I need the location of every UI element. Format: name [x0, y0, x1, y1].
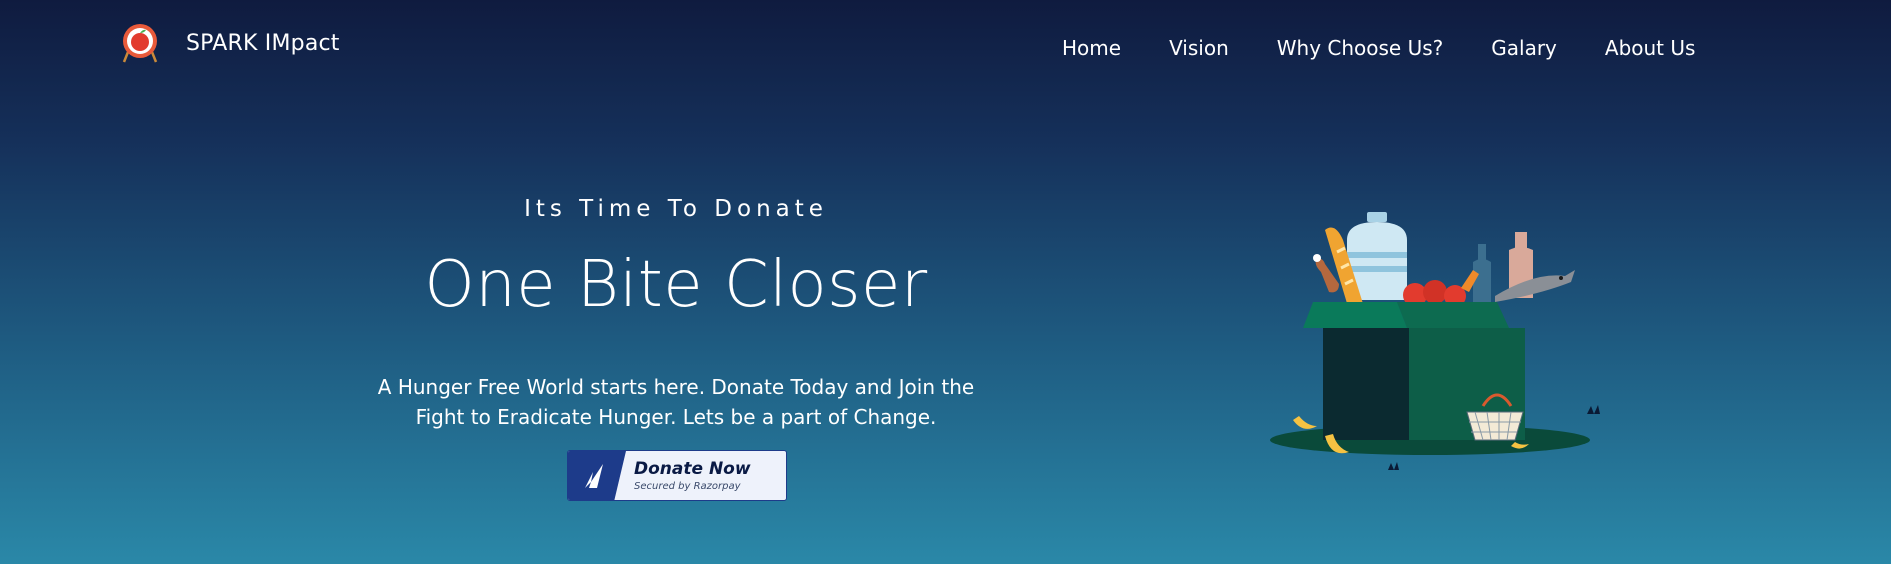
apple-target-icon	[122, 24, 158, 63]
nav-about-us[interactable]: About Us	[1605, 36, 1696, 60]
nav-why-choose-us[interactable]: Why Choose Us?	[1277, 36, 1444, 60]
donate-now-button[interactable]: Donate Now Secured by Razorpay	[567, 450, 787, 501]
donate-button-text: Donate Now Secured by Razorpay	[626, 451, 751, 500]
razorpay-icon	[568, 451, 626, 500]
nav-vision[interactable]: Vision	[1169, 36, 1229, 60]
nav-galary[interactable]: Galary	[1491, 36, 1557, 60]
hero-eyebrow: Its Time To Donate	[524, 196, 828, 222]
main-nav: Home Vision Why Choose Us? Galary About …	[1062, 36, 1695, 60]
donate-label: Donate Now	[634, 458, 751, 479]
donate-sublabel: Secured by Razorpay	[634, 480, 741, 492]
hero-title: One Bite Closer	[424, 248, 928, 322]
hero-description: A Hunger Free World starts here. Donate …	[377, 375, 975, 429]
nav-home[interactable]: Home	[1062, 36, 1121, 60]
brand-name: SPARK IMpact	[186, 30, 340, 56]
brand[interactable]: SPARK IMpact	[120, 22, 340, 64]
food-donation-box-illustration	[1270, 212, 1600, 470]
landing-page: SPARK IMpact Home Vision Why Choose Us? …	[0, 0, 1891, 564]
